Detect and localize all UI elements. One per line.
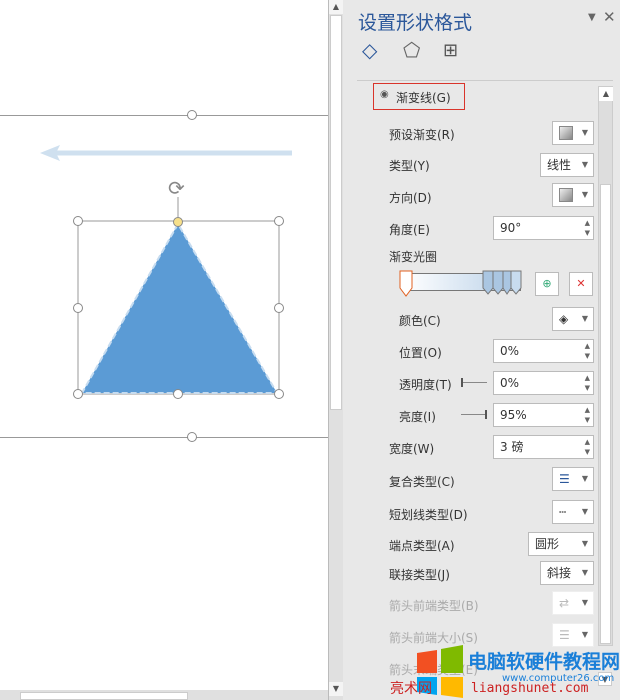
close-icon[interactable]: ✕: [603, 8, 616, 26]
gradient-stop-markers[interactable]: [397, 270, 527, 300]
watermark-sub: liangshunet.com: [471, 681, 589, 696]
direction-label: 方向(D): [389, 191, 432, 205]
divider: [357, 80, 613, 81]
arrow-begin-type-label: 箭头前端类型(B): [389, 599, 479, 613]
gradient-stop: [502, 270, 512, 295]
position-label: 位置(O): [399, 346, 442, 360]
brightness-label: 亮度(I): [399, 410, 436, 424]
brightness-value: 95%: [500, 408, 527, 422]
arrow-begin-type-dropdown: ⇄ ▼: [552, 591, 594, 615]
shape-canvas: ⟳: [40, 110, 292, 442]
cap-type-value: 圆形: [535, 537, 560, 551]
color-dropdown[interactable]: ◈ ▼: [552, 307, 594, 331]
rotate-handle-icon: ⟳: [168, 176, 185, 200]
scroll-down-icon[interactable]: ▼: [329, 682, 343, 696]
gradient-stop: [492, 270, 504, 295]
size-properties-tab-icon[interactable]: ⊞: [443, 40, 458, 61]
radio-selected-icon[interactable]: ◉: [380, 89, 389, 100]
type-label: 类型(Y): [389, 159, 430, 173]
width-input[interactable]: 3 磅 ▲ ▼: [493, 435, 594, 459]
type-value: 线性: [547, 158, 572, 172]
dash-type-dropdown[interactable]: ┅ ▼: [552, 500, 594, 524]
watermark-logo: 电脑软硬件教程网 www.computer26.com liangshunet.…: [415, 643, 620, 700]
scroll-thumb[interactable]: [330, 15, 342, 410]
format-shape-panel: 设置形状格式 ▼ ✕ ◇ ⬠ ⊞ ◉ 渐变线(G) 预设渐变(R) ▼ 类型(Y…: [345, 0, 620, 700]
brightness-slider[interactable]: [461, 410, 487, 419]
document-canvas[interactable]: ⟳: [0, 0, 328, 690]
scroll-up-icon[interactable]: ▲: [599, 87, 613, 101]
add-stop-button[interactable]: ⊕: [535, 272, 559, 296]
watermark-title: 电脑软硬件教程网: [468, 651, 620, 673]
width-value: 3 磅: [500, 440, 524, 454]
cap-type-dropdown[interactable]: 圆形 ▼: [528, 532, 594, 556]
panel-scrollbar[interactable]: ▲: [598, 86, 613, 646]
join-type-label: 联接类型(J): [389, 568, 450, 582]
join-type-dropdown[interactable]: 斜接 ▼: [540, 561, 594, 585]
position-value: 0%: [500, 344, 520, 358]
transparency-slider[interactable]: [461, 378, 487, 387]
adjust-handle: [173, 217, 183, 227]
gradient-line-label: 渐变线(G): [396, 91, 451, 105]
remove-stop-button[interactable]: ✕: [569, 272, 593, 296]
effects-tab-icon[interactable]: ⬠: [403, 38, 420, 62]
compound-type-label: 复合类型(C): [389, 475, 455, 489]
triangle-shape: [80, 221, 279, 394]
transparency-label: 透明度(T): [399, 378, 452, 392]
position-input[interactable]: 0% ▲ ▼: [493, 339, 594, 363]
preset-gradient-dropdown[interactable]: ▼: [552, 121, 594, 145]
dash-type-label: 短划线类型(D): [389, 508, 468, 522]
gradient-stop: [482, 270, 494, 295]
scroll-up-icon[interactable]: ▲: [329, 0, 343, 14]
color-label: 颜色(C): [399, 314, 441, 328]
fill-line-tab-icon[interactable]: ◇: [362, 38, 377, 62]
width-label: 宽度(W): [389, 442, 435, 456]
compound-type-dropdown[interactable]: ☰ ▼: [552, 467, 594, 491]
preset-gradient-label: 预设渐变(R): [389, 128, 455, 142]
direction-dropdown[interactable]: ▼: [552, 183, 594, 207]
horizontal-scrollbar[interactable]: [0, 690, 328, 700]
panel-menu-icon[interactable]: ▼: [588, 12, 596, 23]
paint-bucket-icon: ◈: [559, 312, 569, 326]
gradient-line-option[interactable]: ◉ 渐变线(G): [373, 83, 465, 110]
gradient-stop: [399, 270, 413, 297]
angle-label: 角度(E): [389, 223, 430, 237]
transparency-value: 0%: [500, 376, 520, 390]
gradient-stop: [510, 270, 522, 295]
resize-handle: [187, 110, 197, 120]
cap-type-label: 端点类型(A): [389, 539, 455, 553]
gradient-stops-label: 渐变光圈: [389, 250, 438, 264]
watermark-red-text: 亮术网: [390, 681, 432, 697]
panel-title: 设置形状格式: [358, 12, 473, 34]
scroll-thumb[interactable]: [600, 184, 611, 644]
join-type-value: 斜接: [547, 566, 572, 580]
angle-input[interactable]: 90° ▲ ▼: [493, 216, 594, 240]
angle-value: 90°: [500, 221, 522, 235]
type-dropdown[interactable]: 线性 ▼: [540, 153, 594, 177]
document-scrollbar[interactable]: ▲ ▼: [328, 0, 343, 700]
brightness-input[interactable]: 95% ▲ ▼: [493, 403, 594, 427]
transparency-input[interactable]: 0% ▲ ▼: [493, 371, 594, 395]
